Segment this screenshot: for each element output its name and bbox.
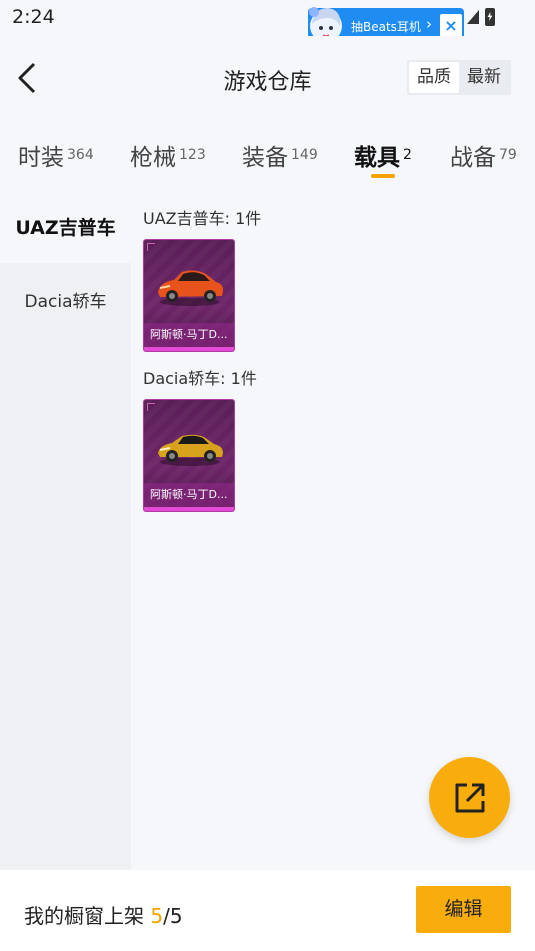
sort-option-quality[interactable]: 品质 bbox=[409, 62, 459, 93]
car-icon bbox=[158, 270, 224, 306]
header: 游戏仓库 品质 最新 bbox=[0, 36, 535, 120]
tab-count: 2 bbox=[403, 146, 412, 163]
tab-label: 装备 bbox=[242, 145, 288, 171]
tab-label: 时装 bbox=[18, 145, 64, 171]
bottom-bar: 我的橱窗上架 5/5 编辑 bbox=[0, 870, 535, 951]
card-corner bbox=[147, 243, 155, 251]
tab-guns[interactable]: 枪械 123 bbox=[130, 138, 206, 172]
showcase-label: 我的橱窗上架 bbox=[24, 904, 151, 928]
card-corner bbox=[147, 403, 155, 411]
tab-label: 载具 bbox=[354, 145, 400, 171]
item-name: 阿斯顿·马丁D... bbox=[144, 323, 234, 347]
group-title-uaz: UAZ吉普车: 1件 bbox=[143, 209, 262, 228]
tab-count: 123 bbox=[179, 146, 206, 163]
showcase-status: 我的橱窗上架 5/5 bbox=[24, 900, 183, 929]
status-icons bbox=[467, 8, 495, 26]
sidebar-item-dacia[interactable]: Dacia轿车 bbox=[0, 263, 131, 336]
item-name: 阿斯顿·马丁D... bbox=[144, 483, 234, 507]
car-icon bbox=[158, 434, 223, 466]
sort-toggle: 品质 最新 bbox=[407, 60, 511, 95]
signal-icon bbox=[467, 10, 479, 24]
tab-count: 364 bbox=[67, 146, 94, 163]
category-tabs: 时装 364 枪械 123 装备 149 载具 2 战备 79 bbox=[0, 120, 535, 190]
active-tab-indicator bbox=[371, 174, 395, 178]
tab-vehicles[interactable]: 载具 2 bbox=[354, 138, 412, 172]
rarity-bar bbox=[144, 507, 234, 511]
tab-label: 枪械 bbox=[130, 145, 176, 171]
sort-option-newest[interactable]: 最新 bbox=[459, 62, 509, 93]
rarity-bar bbox=[144, 347, 234, 351]
edit-button[interactable]: 编辑 bbox=[416, 886, 511, 933]
group-title-dacia: Dacia轿车: 1件 bbox=[143, 369, 257, 388]
tab-fashion[interactable]: 时装 364 bbox=[18, 138, 94, 172]
showcase-total: /5 bbox=[163, 904, 183, 928]
item-card[interactable]: 阿斯顿·马丁D... bbox=[143, 239, 235, 352]
showcase-current: 5 bbox=[150, 904, 164, 928]
vehicle-type-sidebar: UAZ吉普车 Dacia轿车 bbox=[0, 190, 131, 870]
tab-count: 149 bbox=[291, 146, 318, 163]
chevron-right-icon: › bbox=[426, 15, 432, 33]
sidebar-item-uaz[interactable]: UAZ吉普车 bbox=[0, 190, 131, 263]
tab-supplies[interactable]: 战备 79 bbox=[450, 138, 517, 172]
share-button[interactable] bbox=[429, 757, 510, 838]
tab-count: 79 bbox=[499, 146, 517, 163]
tab-equipment[interactable]: 装备 149 bbox=[242, 138, 318, 172]
promo-close-button[interactable]: × bbox=[440, 14, 462, 38]
promo-label: 抽Beats耳机 bbox=[351, 20, 421, 34]
battery-icon bbox=[485, 8, 495, 26]
status-time: 2:24 bbox=[12, 6, 55, 28]
tab-label: 战备 bbox=[450, 145, 496, 171]
item-card[interactable]: 阿斯顿·马丁D... bbox=[143, 399, 235, 512]
share-icon bbox=[455, 783, 485, 813]
